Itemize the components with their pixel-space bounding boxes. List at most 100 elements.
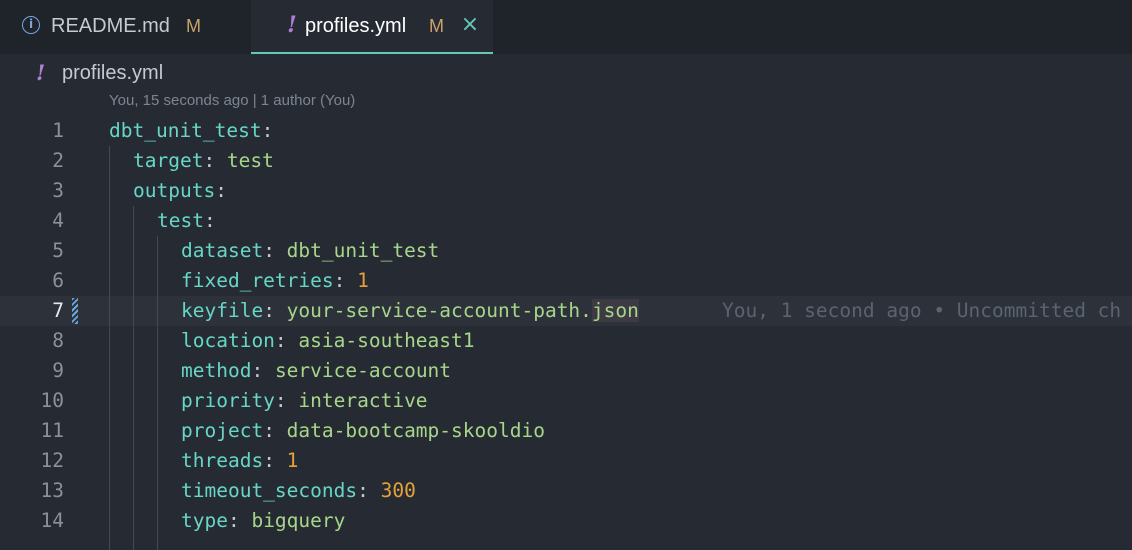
- yaml-value: 300: [380, 479, 416, 502]
- code-content: dataset: dbt_unit_test: [181, 236, 439, 266]
- yaml-key: target: [133, 149, 204, 172]
- code-content: type: bigquery: [181, 506, 345, 536]
- yaml-key: location: [181, 329, 275, 352]
- yaml-key: dataset: [181, 239, 264, 262]
- codelens-blame[interactable]: You, 15 seconds ago | 1 author (You): [109, 92, 355, 109]
- yaml-separator: :: [263, 299, 287, 322]
- indent-guide: [157, 236, 158, 550]
- yaml-separator: :: [251, 359, 275, 382]
- yaml-separator: :: [333, 269, 358, 292]
- yaml-value: your-service-account-path.json: [287, 299, 639, 322]
- yaml-separator: :: [263, 419, 287, 442]
- code-line[interactable]: 5 dataset: dbt_unit_test: [0, 236, 1132, 266]
- yaml-value: 1: [286, 449, 299, 472]
- yaml-key: method: [181, 359, 252, 382]
- code-line[interactable]: 1 dbt_unit_test:: [0, 116, 1132, 146]
- yaml-value: asia-southeast1: [298, 329, 475, 352]
- code-line[interactable]: 13 timeout_seconds: 300: [0, 476, 1132, 506]
- code-line[interactable]: 9 method: service-account: [0, 356, 1132, 386]
- tab-label: profiles.yml: [305, 15, 407, 37]
- code-content: threads: 1: [181, 446, 298, 476]
- code-line[interactable]: 6 fixed_retries: 1: [0, 266, 1132, 296]
- yaml-separator: :: [215, 179, 227, 202]
- code-content: timeout_seconds: 300: [181, 476, 416, 506]
- indent-guide: [133, 206, 134, 550]
- yaml-exclamation-icon: !: [36, 60, 46, 85]
- code-line[interactable]: 11 project: data-bootcamp-skooldio: [0, 416, 1132, 446]
- line-number: 1: [52, 119, 64, 142]
- line-number: 11: [40, 419, 64, 442]
- yaml-key: type: [181, 509, 228, 532]
- info-icon: i: [20, 14, 42, 36]
- code-content: target: test: [133, 146, 274, 176]
- code-content: keyfile: your-service-account-path.json: [181, 296, 639, 326]
- yaml-key: fixed_retries: [181, 269, 334, 292]
- line-number: 4: [52, 209, 64, 232]
- yaml-separator: :: [203, 209, 216, 232]
- line-number: 10: [40, 389, 64, 412]
- yaml-key: threads: [181, 449, 264, 472]
- line-number: 12: [40, 449, 64, 472]
- yaml-value: dbt_unit_test: [286, 239, 440, 262]
- code-editor[interactable]: 14 type: bigquery 13 timeout_seconds: 300 12…: [0, 116, 1132, 550]
- modified-badge: M: [186, 16, 201, 36]
- yaml-value: test: [226, 149, 274, 172]
- tab-label: README.md: [51, 15, 170, 37]
- yaml-key: project: [181, 419, 264, 442]
- yaml-separator: :: [261, 119, 274, 142]
- yaml-exclamation-icon: !: [287, 12, 297, 38]
- yaml-separator: :: [357, 479, 381, 502]
- code-line[interactable]: 4 test:: [0, 206, 1132, 236]
- code-content: fixed_retries: 1: [181, 266, 369, 296]
- tab-profiles[interactable]: ! profiles.yml M ×: [251, 0, 493, 54]
- code-content: outputs:: [133, 176, 227, 206]
- line-number: 2: [52, 149, 64, 172]
- yaml-separator: :: [263, 239, 287, 262]
- code-line[interactable]: 12 threads: 1: [0, 446, 1132, 476]
- inline-blame-annotation[interactable]: You, 1 second ago • Uncommitted ch: [722, 296, 1121, 326]
- word-highlight: json: [591, 299, 639, 322]
- breadcrumb-item-file[interactable]: profiles.yml: [62, 62, 163, 85]
- code-content: method: service-account: [181, 356, 451, 386]
- yaml-separator: :: [263, 449, 287, 472]
- code-line[interactable]: 10 priority: interactive: [0, 386, 1132, 416]
- yaml-key: timeout_seconds: [181, 479, 358, 502]
- code-content: location: asia-southeast1: [181, 326, 475, 356]
- yaml-separator: :: [227, 509, 252, 532]
- code-content: test:: [157, 206, 216, 236]
- line-number: 7: [52, 299, 64, 322]
- code-line[interactable]: 2 target: test: [0, 146, 1132, 176]
- yaml-key: test: [157, 209, 204, 232]
- breadcrumb: ! profiles.yml: [0, 54, 1132, 92]
- indent-guide: [109, 146, 110, 550]
- yaml-value: data-bootcamp-skooldio: [286, 419, 545, 442]
- yaml-separator: :: [274, 329, 299, 352]
- yaml-value: service-account: [274, 359, 452, 382]
- line-number: 8: [52, 329, 64, 352]
- line-number: 5: [52, 239, 64, 262]
- code-line[interactable]: 3 outputs:: [0, 176, 1132, 206]
- code-line[interactable]: 7 keyfile: your-service-account-path.json…: [0, 296, 1132, 326]
- yaml-key: keyfile: [181, 299, 264, 322]
- code-line[interactable]: 14 type: bigquery: [0, 506, 1132, 536]
- modified-line-gutter-marker: [72, 298, 78, 324]
- yaml-separator: :: [274, 389, 299, 412]
- line-number: 9: [52, 359, 64, 382]
- yaml-value: interactive: [298, 389, 428, 412]
- yaml-key: priority: [181, 389, 275, 412]
- line-number: 6: [52, 269, 64, 292]
- yaml-value: bigquery: [251, 509, 346, 532]
- yaml-value: 1: [357, 269, 369, 292]
- yaml-separator: :: [203, 149, 227, 172]
- yaml-key: outputs: [133, 179, 216, 202]
- tab-readme[interactable]: i README.md M: [0, 0, 250, 54]
- code-line[interactable]: 8 location: asia-southeast1: [0, 326, 1132, 356]
- yaml-value-text: your-service-account-path.: [286, 299, 592, 322]
- line-number: 13: [40, 479, 64, 502]
- line-number: 14: [40, 509, 64, 532]
- tab-bar: i README.md M ! profiles.yml M ×: [0, 0, 1132, 54]
- close-icon[interactable]: ×: [459, 14, 481, 36]
- line-number: 3: [52, 179, 64, 202]
- modified-badge: M: [429, 16, 444, 36]
- code-content: dbt_unit_test:: [109, 116, 273, 146]
